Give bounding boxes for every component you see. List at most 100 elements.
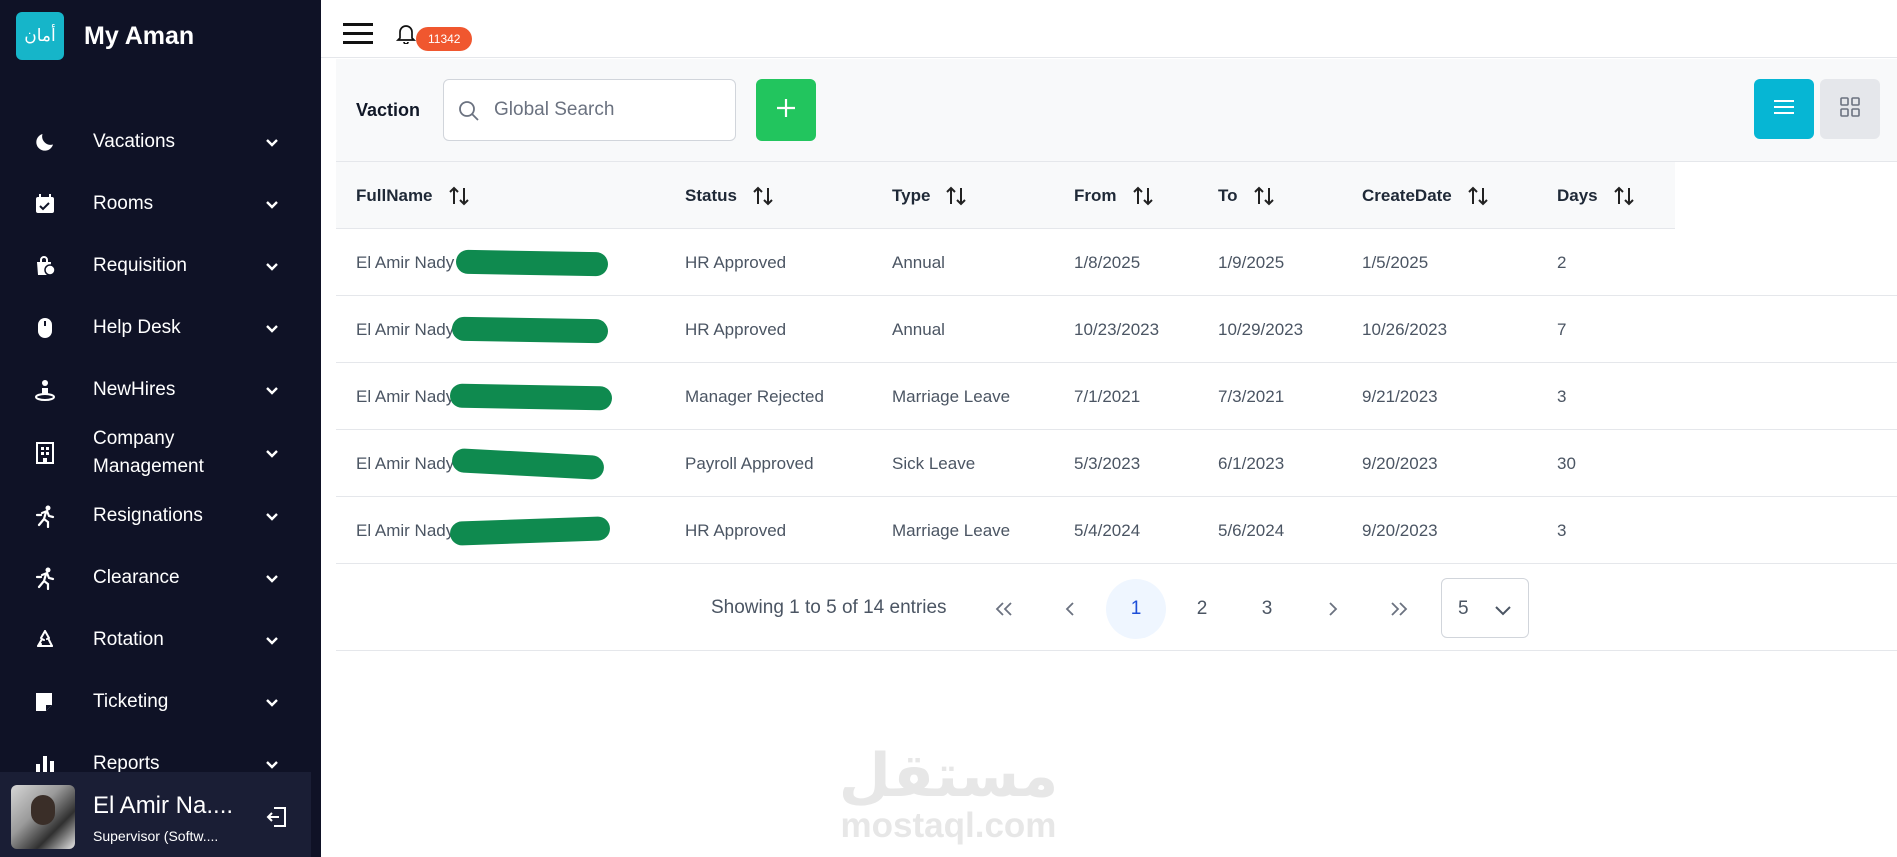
sort-icon [448,186,469,205]
last-page-button[interactable] [1369,579,1429,639]
table-row[interactable]: El Amir Nady Payroll Approved Sick Leave… [336,430,1897,497]
sidebar-item-company-management[interactable]: Company Management [0,421,321,485]
sort-icon [1613,186,1634,205]
prev-page-button[interactable] [1040,579,1100,639]
sidebar-item-help-desk[interactable]: Help Desk [0,297,321,359]
watermark-latin: mostaql.com [840,806,1057,845]
column-header-status[interactable]: Status [685,162,775,229]
sidebar-item-label: NewHires [93,379,176,400]
search-box [443,79,736,141]
bell-icon[interactable] [395,22,417,45]
cell-fullname: El Amir Nady [356,453,455,473]
redaction-mark [451,316,609,344]
cell-days: 30 [1557,453,1576,473]
chevron-down-icon [262,754,282,774]
rows-per-page-select[interactable]: 5 [1441,578,1529,638]
sidebar-item-newhires[interactable]: NewHires [0,359,321,421]
cell-status: Payroll Approved [685,453,814,473]
rows-per-page-value: 5 [1458,598,1469,619]
cell-from: 1/8/2025 [1074,252,1141,272]
app-root: أمان My Aman Vacations Rooms Requisition… [0,0,1897,857]
running-icon [32,565,58,591]
column-header-days[interactable]: Days [1557,162,1636,229]
sidebar-item-label: Ticketing [93,691,169,712]
notification-badge[interactable]: 11342 [416,27,473,51]
next-page-button[interactable] [1303,579,1363,639]
search-input[interactable] [494,94,724,126]
avatar[interactable] [11,785,75,849]
sidebar-item-ticketing[interactable]: Ticketing [0,671,321,733]
sidebar-item-rooms[interactable]: Rooms [0,173,321,235]
cell-createdate: 9/21/2023 [1362,386,1438,406]
mouse-icon [32,315,58,341]
chevron-down-icon [262,443,282,463]
page-button-3[interactable]: 3 [1237,579,1297,639]
column-header-label: To [1218,185,1238,205]
sidebar-item-label: Help Desk [93,317,181,338]
redaction-mark [451,448,605,480]
grid-view-button[interactable] [1820,79,1880,139]
building-icon [32,440,58,466]
list-icon [1773,98,1795,121]
sidebar-item-rotation[interactable]: Rotation [0,609,321,671]
redaction-mark [449,516,611,546]
column-header-fullname[interactable]: FullName [356,162,471,229]
hamburger-menu-icon[interactable] [343,22,373,46]
sidebar-item-clearance[interactable]: Clearance [0,547,321,609]
redaction-mark [449,383,613,411]
page-button-2[interactable]: 2 [1172,579,1232,639]
sort-icon [946,186,967,205]
cell-days: 3 [1557,386,1567,406]
sidebar-item-label: Rooms [93,193,154,214]
cell-createdate: 9/20/2023 [1362,520,1438,540]
chevron-down-icon [262,318,282,338]
chevron-down-icon [262,132,282,152]
cell-type: Marriage Leave [892,520,1011,540]
chevron-down-icon [262,692,282,712]
logout-icon[interactable] [264,804,290,830]
cell-type: Annual [892,252,945,272]
add-button[interactable] [756,79,816,141]
cell-from: 10/23/2023 [1074,319,1160,339]
first-page-button[interactable] [974,579,1034,639]
calendar-check-icon [32,191,58,217]
toolbar: Vaction [336,59,1897,162]
table-row[interactable]: El Amir Nady HR Approved Marriage Leave … [336,497,1897,564]
column-header-from[interactable]: From [1074,162,1155,229]
cell-type: Annual [892,319,945,339]
table-row[interactable]: El Amir Nady HR Approved Annual 10/23/20… [336,296,1897,363]
sidebar-item-label: Rotation [93,629,164,650]
list-view-button[interactable] [1754,79,1814,139]
moon-icon [32,129,58,155]
search-icon [458,100,480,122]
user-name: El Amir Na.... [93,792,234,819]
column-header-to[interactable]: To [1218,162,1276,229]
cell-to: 10/29/2023 [1218,319,1304,339]
chevron-down-icon [262,568,282,588]
table-row[interactable]: El Amir Nady Manager Rejected Marriage L… [336,363,1897,430]
brand[interactable]: أمان My Aman [16,12,194,60]
chevron-down-icon [1495,606,1511,616]
grid-icon [1839,96,1861,123]
cell-from: 7/1/2021 [1074,386,1141,406]
column-header-label: From [1074,185,1117,205]
sidebar-item-requisition[interactable]: Requisition [0,235,321,297]
table-header: FullName Status Type From To CreateDate [336,162,1675,229]
page-button-1[interactable]: 1 [1106,579,1166,639]
sidebar-nav: Vacations Rooms Requisition Help Desk Ne… [0,111,321,795]
cell-status: Manager Rejected [685,386,824,406]
column-header-label: Type [892,185,931,205]
column-header-type[interactable]: Type [892,162,968,229]
plus-icon [775,97,797,124]
cell-from: 5/4/2024 [1074,520,1141,540]
sidebar-item-resignations[interactable]: Resignations [0,485,321,547]
chevron-down-icon [262,630,282,650]
column-header-label: Days [1557,185,1598,205]
double-chevron-left-icon [995,602,1012,616]
column-header-createdate[interactable]: CreateDate [1362,162,1490,229]
cell-days: 3 [1557,520,1567,540]
table-row[interactable]: El Amir Nady Boulos Lo HR Approved Annua… [336,229,1897,296]
sidebar-item-vacations[interactable]: Vacations [0,111,321,173]
chevron-down-icon [262,506,282,526]
topbar: 11342 [321,0,1897,58]
